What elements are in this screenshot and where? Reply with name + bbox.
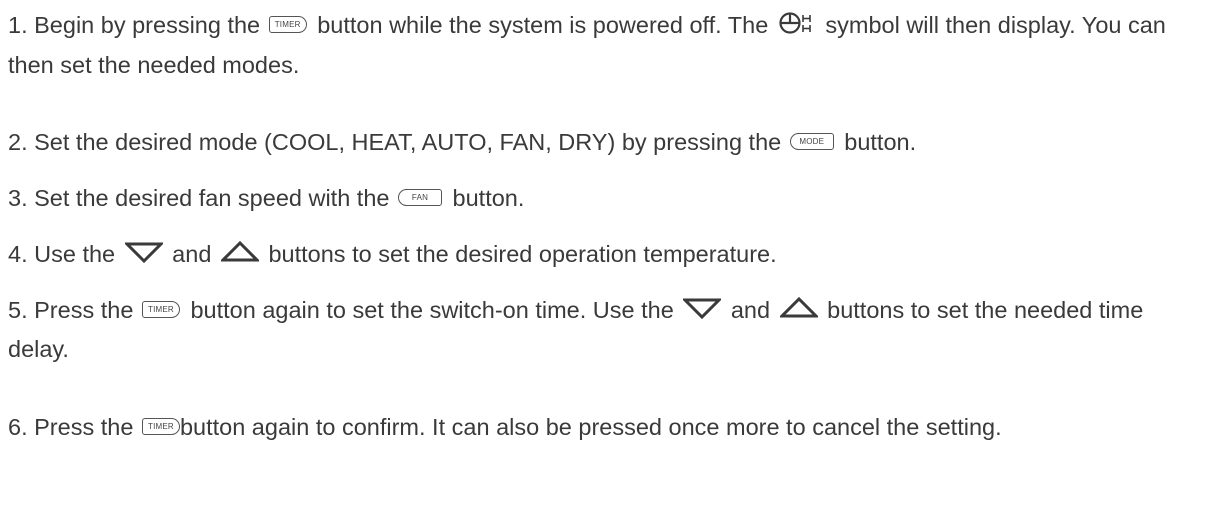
step-text: 4. Use the (8, 241, 122, 267)
step-3: 3. Set the desired fan speed with the FA… (8, 179, 1198, 217)
step-text: button. (837, 129, 917, 155)
step-text: 3. Set the desired fan speed with the (8, 185, 397, 211)
down-triangle-icon (681, 292, 723, 330)
instruction-list: 1. Begin by pressing the TIMER button wh… (0, 0, 1214, 505)
step-text: 1. Begin by pressing the (8, 12, 267, 38)
timer-button-label: TIMER (274, 20, 301, 29)
up-triangle-icon (219, 236, 261, 274)
fan-button-icon: FAN (398, 189, 443, 206)
step-text: button again to confirm. It can also be … (179, 414, 1002, 440)
mode-button-icon: MODE (789, 133, 834, 150)
step-text: 2. Set the desired mode (COOL, HEAT, AUT… (8, 129, 788, 155)
step-1: 1. Begin by pressing the TIMER button wh… (8, 6, 1198, 84)
timer-clock-icon (779, 8, 817, 46)
step-text: and (165, 241, 218, 267)
up-triangle-icon (777, 292, 820, 330)
timer-button-icon: TIMER (141, 301, 180, 318)
step-text: 5. Press the (8, 297, 140, 323)
step-4: 4. Use the and buttons to set the desire… (8, 235, 1198, 274)
step-text: button. (446, 185, 525, 211)
mode-button-label: MODE (799, 137, 825, 146)
step-6: 6. Press the TIMER button again to confir… (8, 408, 1198, 446)
step-text: and (724, 297, 777, 323)
timer-button-icon: TIMER (268, 16, 307, 33)
fan-button-label: FAN (411, 193, 429, 202)
step-2: 2. Set the desired mode (COOL, HEAT, AUT… (8, 123, 1198, 161)
step-text: buttons to set the desired operation tem… (261, 241, 777, 267)
step-text: 6. Press the (8, 414, 140, 440)
down-triangle-icon (123, 236, 165, 274)
step-5: 5. Press the TIMER button again to set t… (8, 291, 1198, 368)
step-text: button while the system is powered off. … (310, 12, 775, 38)
timer-button-label: TIMER (147, 422, 174, 431)
timer-button-icon: TIMER (141, 418, 180, 435)
step-text: button again to set the switch-on time. … (183, 297, 681, 323)
timer-button-label: TIMER (147, 305, 174, 314)
